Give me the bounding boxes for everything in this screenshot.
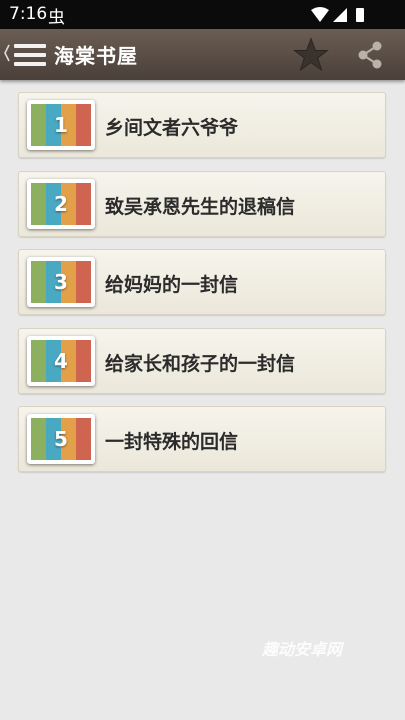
page-title: 海棠书屋 [54,44,138,68]
item-title: 给妈妈的一封信 [105,274,239,296]
item-title: 给家长和孩子的一封信 [105,352,296,375]
list-item[interactable]: 4 给家长和孩子的一封信 [18,327,386,394]
list-item[interactable]: 2 致吴承恩先生的退稿信 [18,170,386,237]
star-icon[interactable] [292,37,330,73]
item-number: 1 [54,113,68,137]
back-icon[interactable] [3,43,11,63]
status-time: 7:16 [9,4,48,24]
book-icon: 1 [27,100,95,150]
item-title: 一封特殊的回信 [105,431,239,453]
book-icon: 2 [27,178,95,229]
item-title: 致吴承恩先生的退稿信 [105,195,296,218]
signal-icon [333,8,347,22]
book-icon: 4 [27,335,95,386]
wifi-icon [311,7,329,22]
list-item[interactable]: 1 乡间文者六爷爷 [18,92,386,158]
app-bar: 海棠书屋 [0,29,405,80]
share-icon[interactable] [355,40,385,70]
article-list: 1 乡间文者六爷爷 2 致吴承恩先生的退稿信 3 给妈妈的一封信 4 给家长和孩子的一封信 5 一… [18,92,386,485]
item-number: 5 [54,427,68,451]
battery-icon [356,8,364,22]
menu-icon[interactable] [14,43,46,67]
item-number: 4 [54,348,68,373]
bug-icon: 虫 [48,8,65,28]
status-bar: 7:16 虫 [0,0,405,29]
book-icon: 3 [27,257,95,307]
watermark: 趣动安卓网 [262,640,343,659]
list-item[interactable]: 3 给妈妈的一封信 [18,249,386,315]
item-number: 3 [54,270,68,294]
status-icons [311,7,364,22]
book-icon: 5 [27,414,95,464]
list-item[interactable]: 5 一封特殊的回信 [18,406,386,472]
item-title: 乡间文者六爷爷 [105,117,239,139]
item-number: 2 [54,191,68,216]
